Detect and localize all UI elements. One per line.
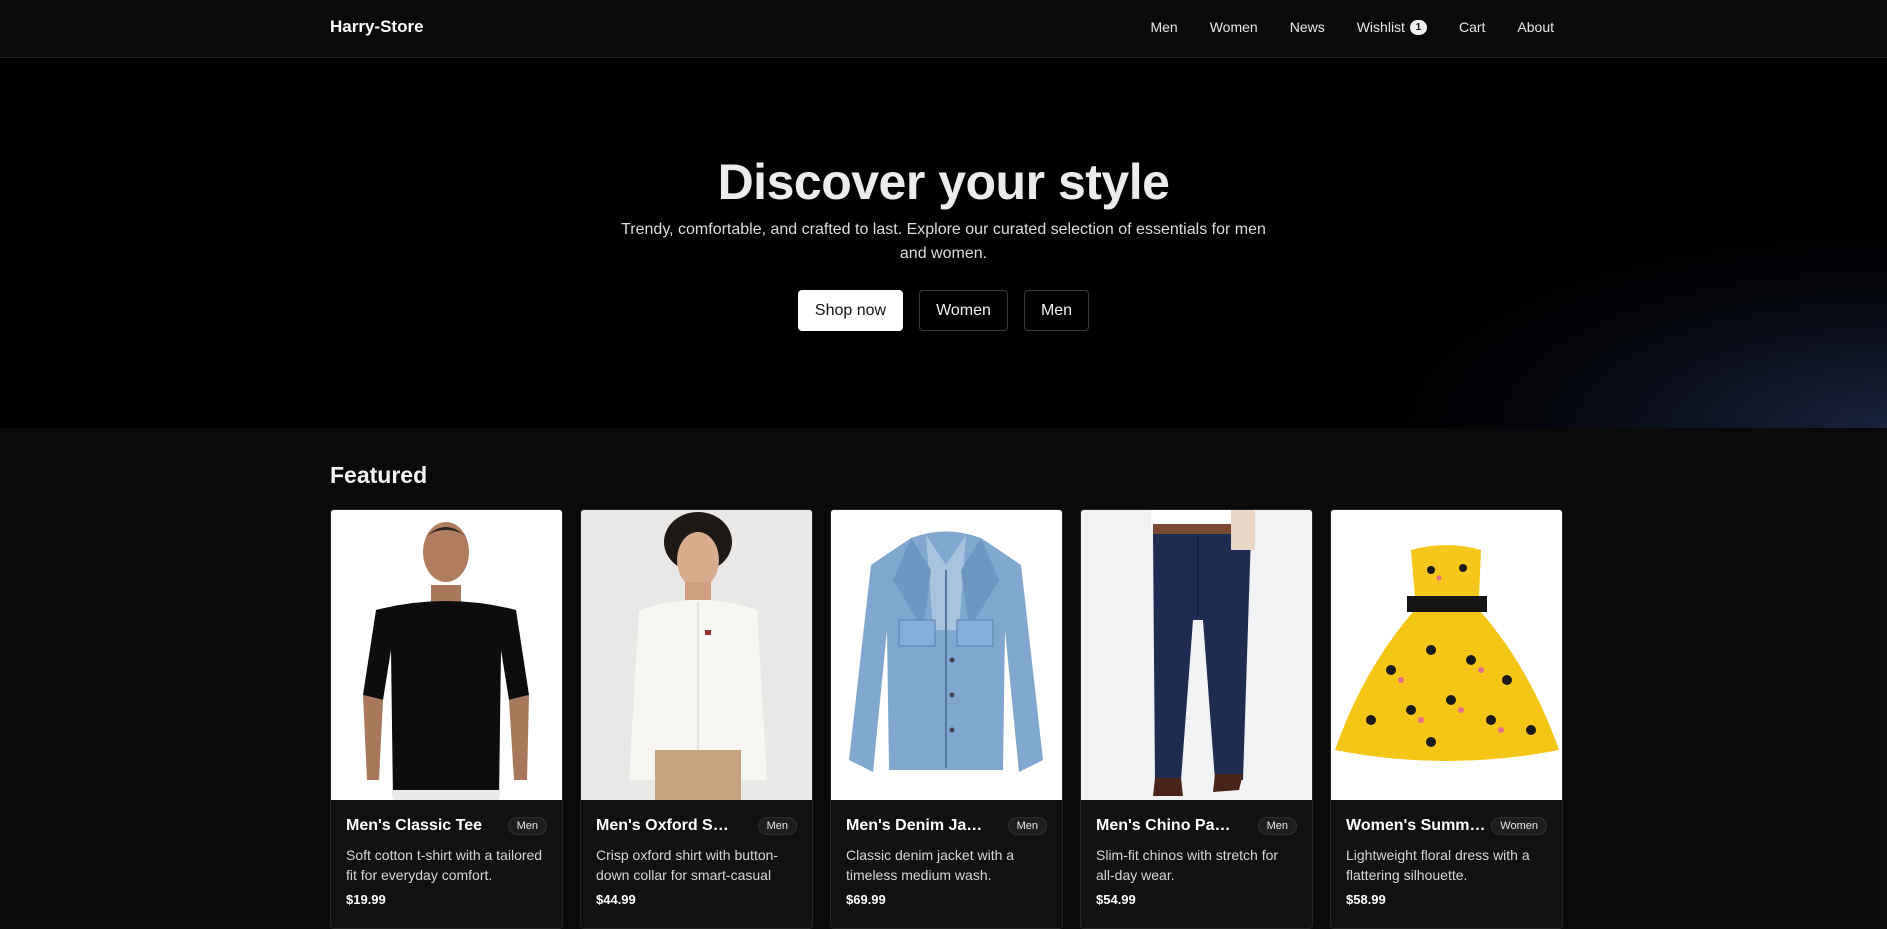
- product-name[interactable]: Women's Summer Dress: [1346, 817, 1486, 835]
- product-name[interactable]: Men's Classic Tee: [346, 817, 482, 835]
- nav-links: Men Women News Wishlist 1 Cart About: [1150, 0, 1554, 54]
- hero-title: Discover your style: [717, 154, 1170, 210]
- product-description: Lightweight floral dress with a flatteri…: [1346, 847, 1530, 883]
- product-card[interactable]: Men's Classic Tee Men Soft cotton t-shir…: [330, 509, 563, 929]
- product-header: Men's Chino Pants Men: [1096, 817, 1297, 835]
- denim-jacket-icon: [831, 510, 1062, 800]
- product-price: $58.99: [1346, 892, 1386, 907]
- product-info: Men's Chino Pants Men Slim-fit chinos wi…: [1081, 800, 1312, 907]
- top-navbar: Harry-Store Men Women News Wishlist 1 Car…: [0, 0, 1887, 58]
- product-header: Men's Classic Tee Men: [346, 817, 547, 835]
- men-button[interactable]: Men: [1023, 290, 1090, 331]
- product-price: $19.99: [346, 892, 386, 907]
- women-button[interactable]: Women: [919, 290, 1008, 331]
- white-shirt-model-icon: [581, 510, 812, 800]
- product-card[interactable]: Men's Denim Jacket Men Classic denim jac…: [830, 509, 1063, 929]
- wishlist-count-badge: 1: [1409, 19, 1427, 35]
- product-image[interactable]: [581, 510, 812, 800]
- product-info: Men's Denim Jacket Men Classic denim jac…: [831, 800, 1062, 907]
- brand-logo[interactable]: Harry-Store: [330, 17, 424, 37]
- product-name[interactable]: Men's Denim Jacket: [846, 817, 986, 835]
- product-card[interactable]: Men's Chino Pants Men Slim-fit chinos wi…: [1080, 509, 1313, 929]
- product-header: Women's Summer Dress Women: [1346, 817, 1547, 835]
- product-info: Men's Classic Tee Men Soft cotton t-shir…: [331, 800, 562, 907]
- nav-link-label: Cart: [1458, 19, 1486, 35]
- black-tshirt-model-icon: [331, 510, 562, 800]
- product-price: $44.99: [596, 892, 636, 907]
- hero-section: Discover your style Trendy, comfortable,…: [0, 58, 1887, 428]
- nav-link-news[interactable]: News: [1290, 19, 1325, 35]
- product-info: Women's Summer Dress Women Lightweight f…: [1331, 800, 1562, 907]
- hero-subtitle: Trendy, comfortable, and crafted to last…: [621, 221, 1266, 262]
- nav-link-men[interactable]: Men: [1150, 19, 1177, 35]
- category-tag: Men: [1007, 817, 1047, 835]
- product-image[interactable]: [831, 510, 1062, 800]
- product-name[interactable]: Men's Oxford Shirt: [596, 817, 736, 835]
- product-image[interactable]: [1081, 510, 1312, 800]
- product-header: Men's Oxford Shirt Men: [596, 817, 797, 835]
- product-card[interactable]: Women's Summer Dress Women Lightweight f…: [1330, 509, 1563, 929]
- product-image[interactable]: [331, 510, 562, 800]
- category-tag: Women: [1491, 817, 1547, 835]
- product-description: Classic denim jacket with a timeless med…: [846, 847, 1015, 883]
- nav-link-cart[interactable]: Cart: [1459, 19, 1485, 35]
- hero-buttons: Shop now Women Men: [0, 290, 1887, 331]
- yellow-floral-dress-icon: [1331, 510, 1562, 800]
- featured-title: Featured: [330, 462, 428, 488]
- shop-now-button[interactable]: Shop now: [797, 290, 904, 331]
- product-image[interactable]: [1331, 510, 1562, 800]
- product-header: Men's Denim Jacket Men: [846, 817, 1047, 835]
- product-description: Slim-fit chinos with stretch for all-day…: [1096, 847, 1279, 883]
- category-tag: Men: [507, 817, 547, 835]
- category-tag: Men: [757, 817, 797, 835]
- product-card[interactable]: Men's Oxford Shirt Men Crisp oxford shir…: [580, 509, 813, 929]
- nav-link-label: News: [1289, 19, 1325, 35]
- product-description: Soft cotton t-shirt with a tailored fit …: [346, 847, 543, 883]
- product-price: $54.99: [1096, 892, 1136, 907]
- product-description: Crisp oxford shirt with button-down coll…: [596, 847, 779, 883]
- navy-chinos-icon: [1081, 510, 1312, 800]
- nav-link-wishlist[interactable]: Wishlist 1: [1357, 19, 1427, 35]
- nav-link-women[interactable]: Women: [1210, 19, 1258, 35]
- nav-link-about[interactable]: About: [1517, 19, 1554, 35]
- nav-link-label: Women: [1209, 19, 1258, 35]
- nav-link-label: Men: [1150, 19, 1178, 35]
- product-info: Men's Oxford Shirt Men Crisp oxford shir…: [581, 800, 812, 907]
- category-tag: Men: [1257, 817, 1297, 835]
- product-price: $69.99: [846, 892, 886, 907]
- featured-products-grid: Men's Classic Tee Men Soft cotton t-shir…: [330, 509, 1563, 929]
- nav-link-label: About: [1517, 19, 1554, 35]
- product-name[interactable]: Men's Chino Pants: [1096, 817, 1236, 835]
- nav-link-label: Wishlist: [1356, 19, 1405, 35]
